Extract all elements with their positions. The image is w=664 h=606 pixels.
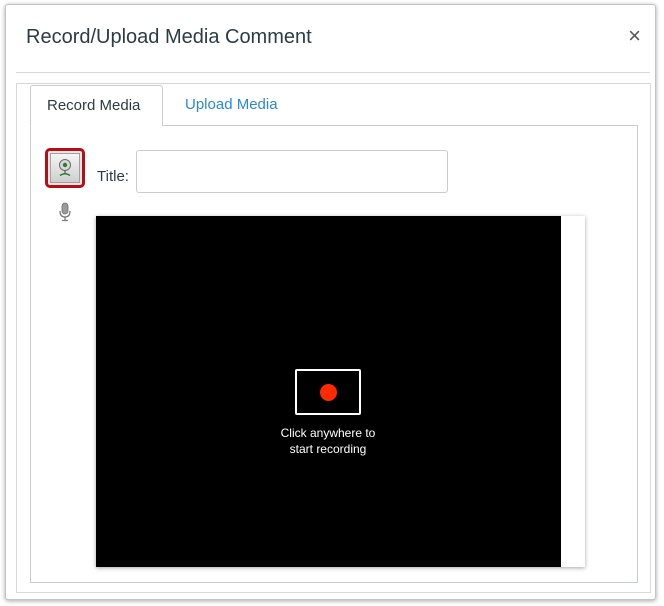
title-input[interactable] — [136, 150, 448, 193]
record-media-panel: Title: Click anywhere to start recording — [30, 125, 638, 583]
microphone-icon[interactable] — [58, 202, 72, 222]
media-recorder: Click anywhere to start recording — [96, 216, 585, 567]
tab-record-media[interactable]: Record Media — [30, 85, 163, 126]
title-label: Title: — [97, 168, 129, 185]
media-content-area: Record Media Upload Media Title: Click a… — [16, 83, 651, 593]
record-hint-line-2: start recording — [289, 442, 367, 456]
recorder-screen[interactable]: Click anywhere to start recording — [96, 216, 561, 567]
record-hint-line-1: Click anywhere to — [280, 426, 376, 440]
header-divider — [16, 72, 650, 73]
tab-upload-media[interactable]: Upload Media — [169, 85, 294, 126]
webcam-icon — [50, 153, 80, 183]
media-comment-dialog: Record/Upload Media Comment × Record Med… — [5, 4, 656, 600]
record-hint: Click anywhere to start recording — [228, 425, 428, 457]
record-button[interactable] — [295, 369, 361, 415]
webcam-source-button[interactable] — [45, 148, 85, 188]
close-icon[interactable]: × — [628, 25, 641, 47]
dialog-title: Record/Upload Media Comment — [26, 26, 312, 48]
record-dot-icon — [319, 383, 337, 401]
